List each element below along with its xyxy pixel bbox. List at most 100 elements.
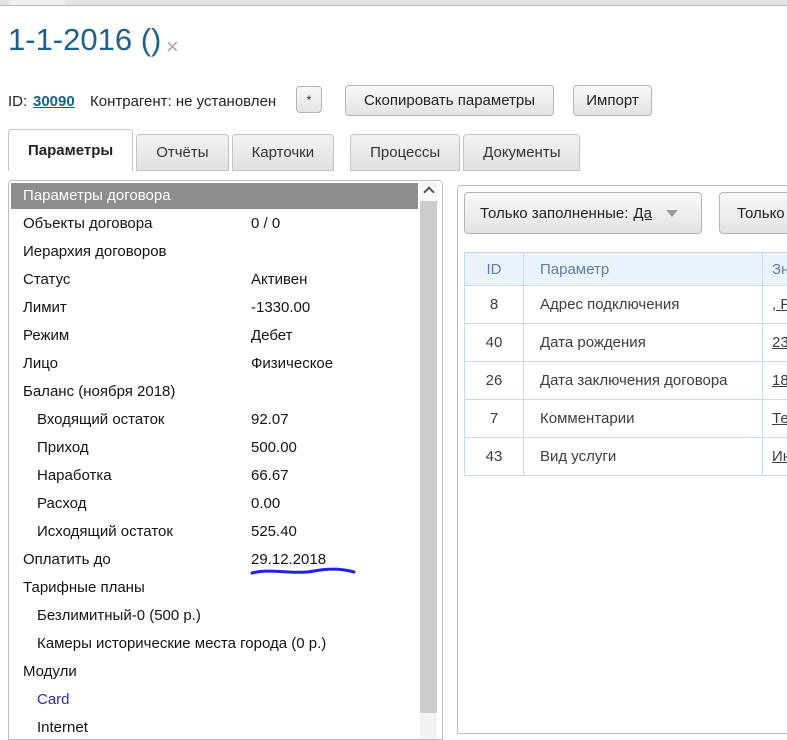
cell-parameter: Дата заключения договора	[524, 362, 763, 400]
column-header-id[interactable]: ID	[465, 253, 524, 286]
cell-id: 7	[465, 400, 524, 438]
contract-info-row: ID: 30090 Контрагент: не установлен * Ск…	[0, 84, 787, 118]
cell-value: Ин	[763, 438, 787, 476]
parameter-row-label: Исходящий остаток	[37, 523, 173, 540]
cell-value: Те	[763, 400, 787, 438]
panel-header-row[interactable]: Параметры договора	[11, 183, 418, 209]
cell-value: 18	[763, 362, 787, 400]
column-header-param[interactable]: Параметр	[524, 253, 763, 286]
tab-documents[interactable]: Документы	[463, 134, 580, 171]
copy-parameters-button[interactable]: Скопировать параметры	[345, 85, 554, 116]
contract-id-link[interactable]: 30090	[33, 93, 75, 110]
id-label: ID:	[8, 93, 27, 110]
value-link[interactable]: 18	[772, 372, 787, 389]
value-link[interactable]: 23	[772, 334, 787, 351]
parameter-row-value: Физическое	[251, 355, 333, 372]
parameter-row-value: 525.40	[251, 523, 297, 540]
tab-parameters[interactable]: Параметры	[8, 129, 133, 171]
table-row[interactable]: 8Адрес подключения , Р	[465, 286, 787, 324]
tab-processes[interactable]: Процессы	[350, 134, 460, 171]
parameters-values-panel: Только заполненные: Да Только ID Параметр…	[457, 185, 787, 734]
parameter-row-label: Лицо	[23, 355, 58, 372]
table-row[interactable]: 43Вид услуги Ин	[465, 438, 787, 476]
counterparty-select-button[interactable]: *	[296, 86, 322, 113]
parameter-row[interactable]: Модули	[9, 657, 442, 685]
close-icon[interactable]: ×	[166, 36, 179, 58]
scrollbar-thumb[interactable]	[420, 201, 437, 713]
second-filter-button[interactable]: Только	[719, 192, 787, 234]
value-link[interactable]: Ин	[772, 448, 787, 465]
parameter-row-label: Наработка	[37, 467, 112, 484]
parameter-row[interactable]: Камеры исторические места города (0 р.)	[9, 629, 442, 657]
parameter-row-value: Активен	[251, 271, 307, 288]
chevron-up-icon	[423, 186, 434, 197]
parameter-row[interactable]: Приход500.00	[9, 433, 442, 461]
cell-value: 23	[763, 324, 787, 362]
parameter-row-label: Тарифные планы	[23, 579, 145, 596]
parameter-row-value: 92.07	[251, 411, 289, 428]
parameter-row-label: Камеры исторические места города (0 р.)	[37, 635, 326, 652]
parameter-row[interactable]: Иерархия договоров	[9, 237, 442, 265]
parameter-row[interactable]: Исходящий остаток 525.40	[9, 517, 442, 545]
contract-parameters-panel: Параметры договора Объекты договора0 / 0…	[8, 180, 443, 740]
filter-label: Только заполненные:	[480, 205, 628, 222]
parameter-row-label: Приход	[37, 439, 89, 456]
parameter-row[interactable]: Оплатить до 29.12.2018	[9, 545, 442, 573]
parameter-row-value: 29.12.2018	[251, 551, 326, 568]
parameter-row[interactable]: Входящий остаток 92.07	[9, 405, 442, 433]
parameter-row-label: Расход	[37, 495, 86, 512]
parameter-row-label: Лимит	[23, 299, 67, 316]
parameter-row[interactable]: Объекты договора0 / 0	[9, 209, 442, 237]
top-tab-strip-notch	[10, 0, 65, 5]
parameter-row[interactable]: Баланс (ноября 2018)	[9, 377, 442, 405]
table-row[interactable]: 26Дата заключения договора 18	[465, 362, 787, 400]
parameter-row[interactable]: Наработка 66.67	[9, 461, 442, 489]
parameter-row[interactable]: Тарифные планы	[9, 573, 442, 601]
tab-cards[interactable]: Карточки	[232, 134, 335, 171]
parameter-row[interactable]: Безлимитный-0 (500 р.)	[9, 601, 442, 629]
parameters-table: ID Параметр Зн 8Адрес подключения, Р40Да…	[464, 252, 787, 476]
parameter-row-value: 0 / 0	[251, 215, 280, 232]
parameter-row-value: 0.00	[251, 495, 280, 512]
cell-parameter: Вид услуги	[524, 438, 763, 476]
cell-value: , Р	[763, 286, 787, 324]
table-row[interactable]: 7КомментарииТе	[465, 400, 787, 438]
parameter-row-label: Режим	[23, 327, 69, 344]
cell-id: 43	[465, 438, 524, 476]
parameter-row-value: 66.67	[251, 467, 289, 484]
only-filled-filter-button[interactable]: Только заполненные: Да	[464, 192, 702, 234]
parameter-row-value: -1330.00	[251, 299, 310, 316]
filter-value: Да	[633, 205, 652, 222]
value-link[interactable]: Те	[772, 410, 787, 427]
parameter-row[interactable]: Internet	[9, 713, 442, 740]
cell-id: 8	[465, 286, 524, 324]
table-row[interactable]: 40Дата рождения23	[465, 324, 787, 362]
cell-parameter: Дата рождения	[524, 324, 763, 362]
parameter-row[interactable]: Статус Активен	[9, 265, 442, 293]
parameter-row[interactable]: Расход 0.00	[9, 489, 442, 517]
tab-bar: ПараметрыОтчётыКарточки ПроцессыДокументы	[8, 129, 583, 171]
parameter-row-value: Дебет	[251, 327, 292, 344]
counterparty-label: Контрагент: не установлен	[90, 93, 276, 110]
parameter-row-label: Модули	[23, 663, 77, 680]
scrollbar[interactable]	[420, 182, 437, 740]
parameter-row[interactable]: Лимит -1330.00	[9, 293, 442, 321]
import-button[interactable]: Импорт	[573, 85, 652, 116]
cell-parameter: Адрес подключения	[524, 286, 763, 324]
parameter-row[interactable]: Режим Дебет	[9, 321, 442, 349]
parameter-row[interactable]: Card	[9, 685, 442, 713]
parameter-row-label: Оплатить до	[23, 551, 111, 568]
cell-id: 26	[465, 362, 524, 400]
parameter-row[interactable]: Лицо Физическое	[9, 349, 442, 377]
tab-reports[interactable]: Отчёты	[136, 134, 228, 171]
parameter-row-label: Internet	[37, 719, 88, 736]
page-title: 1-1-2016 ()	[8, 22, 161, 58]
module-link[interactable]: Card	[37, 691, 70, 708]
parameter-row-label: Входящий остаток	[37, 411, 165, 428]
column-header-value[interactable]: Зн	[763, 253, 787, 286]
parameter-row-label: Статус	[23, 271, 70, 288]
parameter-row-label: Иерархия договоров	[23, 243, 167, 260]
value-link[interactable]: , Р	[772, 296, 787, 313]
parameter-row-label: Баланс (ноября 2018)	[23, 383, 175, 400]
parameter-row-label: Безлимитный-0 (500 р.)	[37, 607, 201, 624]
